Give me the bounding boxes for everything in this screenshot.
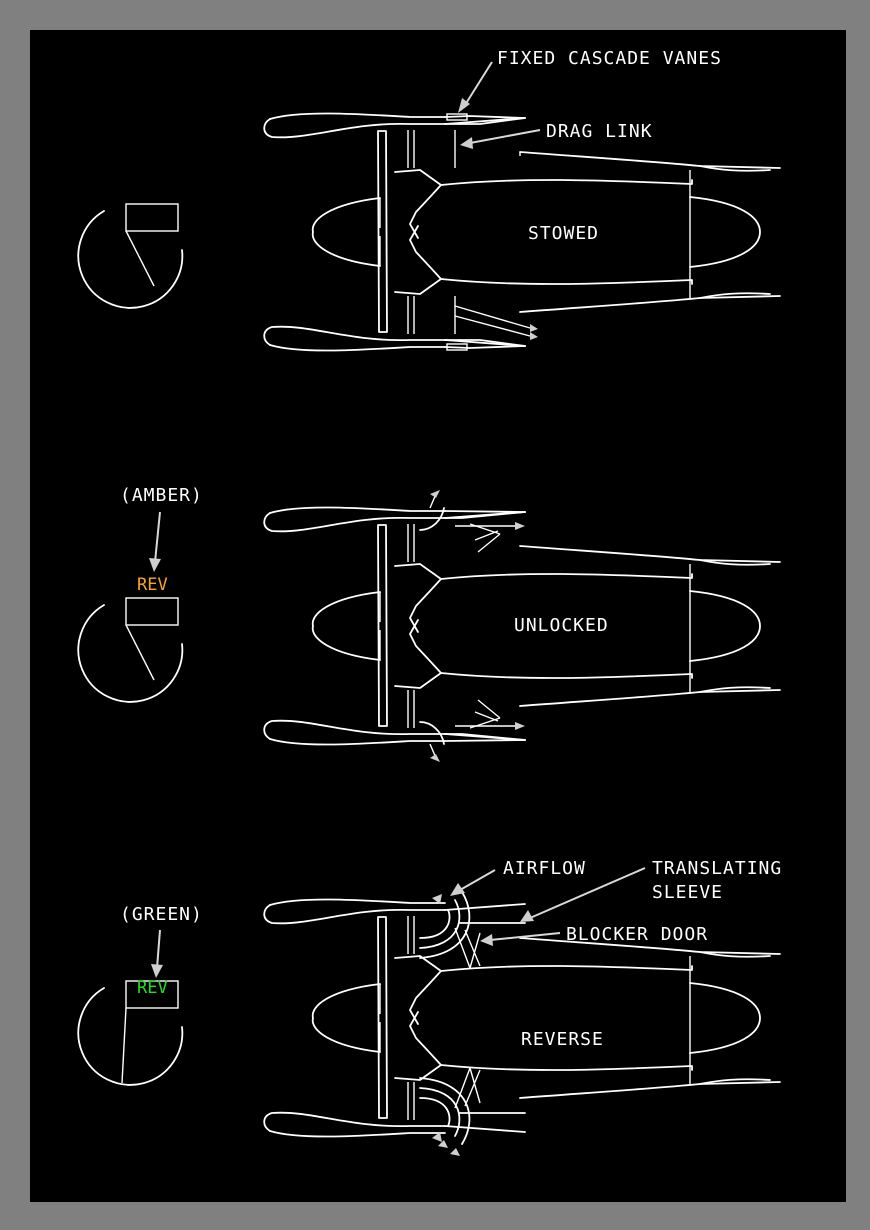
thrust-reverser-diagram: FIXED CASCADE VANES DRAG LINK STOWED (AM… [77, 48, 782, 1156]
label-blocker-door: BLOCKER DOOR [566, 924, 708, 945]
rev-indicator-amber: REV [137, 575, 168, 595]
label-fixed-cascade-vanes: FIXED CASCADE VANES [497, 48, 722, 69]
label-airflow: AIRFLOW [503, 858, 586, 879]
label-drag-link: DRAG LINK [546, 121, 653, 142]
unlocked-dial [77, 597, 184, 703]
leader-lines [149, 61, 646, 978]
rev-indicator-green: REV [137, 978, 168, 998]
state-label-stowed: STOWED [528, 223, 599, 244]
indicator-note-green: (GREEN) [120, 904, 203, 925]
label-sleeve: SLEEVE [652, 882, 723, 903]
stowed-engine [263, 112, 781, 352]
label-translating: TRANSLATING [652, 858, 782, 879]
indicator-note-amber: (AMBER) [120, 485, 203, 506]
stowed-dial [77, 203, 184, 309]
state-label-unlocked: UNLOCKED [514, 615, 609, 636]
state-label-reverse: REVERSE [521, 1029, 604, 1050]
